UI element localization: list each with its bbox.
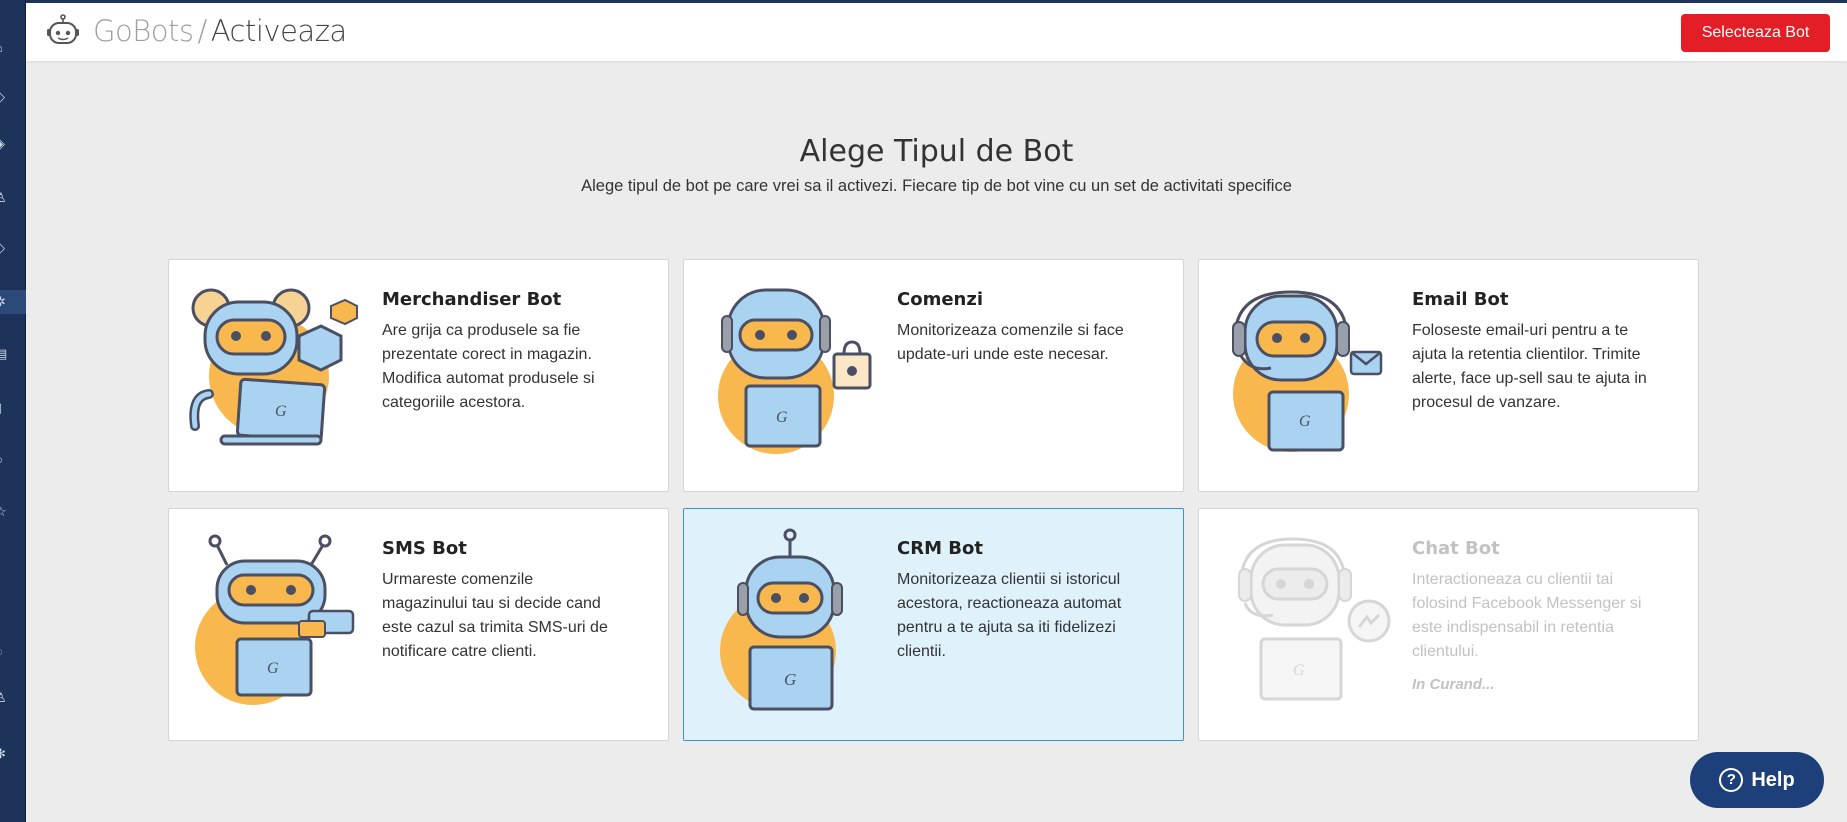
svg-text:G: G bbox=[1293, 662, 1305, 679]
card-title: CRM Bot bbox=[897, 538, 983, 559]
card-title: Comenzi bbox=[897, 289, 984, 310]
bot-card-merchandiser[interactable]: G Merchandiser Bot Are grija ca produsel… bbox=[168, 259, 669, 492]
svg-text:G: G bbox=[267, 660, 279, 677]
merchandiser-robot-icon: G bbox=[189, 288, 358, 446]
help-label: Help bbox=[1751, 768, 1795, 791]
sidebar-home-icon[interactable]: ⌂ bbox=[0, 36, 26, 60]
sidebar-price-tag-icon[interactable]: ◇ bbox=[0, 236, 26, 260]
crm-robot-icon: G bbox=[720, 528, 843, 711]
sidebar-user-icon[interactable]: ♙ bbox=[0, 686, 26, 710]
help-button[interactable]: ? Help bbox=[1690, 752, 1824, 808]
question-icon: ? bbox=[1719, 768, 1744, 792]
sidebar-gear-icon[interactable]: ✻ bbox=[0, 742, 26, 766]
breadcrumb: GoBots / Activeaza bbox=[93, 14, 347, 48]
bot-card-sms[interactable]: G SMS Bot Urmareste comenzile magazinulu… bbox=[168, 508, 669, 741]
card-description: Foloseste email-uri pentru a te ajuta la… bbox=[1412, 322, 1647, 411]
page-title: Alege Tipul de Bot bbox=[799, 134, 1074, 169]
bot-card-crm[interactable]: G CRM Bot Monitorizeaza clientii si isto… bbox=[683, 508, 1184, 741]
sidebar-clipboard-icon[interactable]: ▯ bbox=[0, 396, 26, 420]
card-description: Monitorizeaza clientii si istoricul aces… bbox=[897, 571, 1122, 660]
sms-robot-icon: G bbox=[195, 534, 355, 705]
top-bar: GoBots / Activeaza Selecteaza Bot bbox=[26, 0, 1847, 61]
bot-card-email[interactable]: G Email Bot Foloseste email-uri pentru a… bbox=[1198, 259, 1699, 492]
orders-robot-icon: G bbox=[718, 288, 872, 454]
card-title: Email Bot bbox=[1412, 289, 1509, 310]
svg-text:G: G bbox=[776, 409, 788, 426]
sidebar-settings-cog-icon[interactable]: ✲ bbox=[0, 290, 26, 314]
sidebar-dot-icon[interactable]: • bbox=[0, 552, 26, 576]
card-description: Urmareste comenzile magazinului tau si d… bbox=[382, 571, 608, 660]
page-subtitle: Alege tipul de bot pe care vrei sa il ac… bbox=[581, 177, 1292, 195]
card-title: Chat Bot bbox=[1412, 538, 1500, 559]
email-robot-icon: G bbox=[1232, 290, 1383, 452]
sidebar-document-icon[interactable]: ▤ bbox=[0, 342, 26, 366]
card-description: Monitorizeaza comenzile si face update-u… bbox=[897, 322, 1124, 363]
card-title: Merchandiser Bot bbox=[382, 289, 562, 310]
sidebar-star-icon[interactable]: ☆ bbox=[0, 500, 26, 524]
select-bot-button[interactable]: Selecteaza Bot bbox=[1681, 14, 1830, 52]
bot-card-chat: G Chat Bot Interactioneaza cu clientii t… bbox=[1198, 508, 1699, 741]
sidebar-tag-icon[interactable]: ◇ bbox=[0, 85, 26, 109]
chat-robot-icon: G bbox=[1238, 537, 1391, 701]
svg-text:G: G bbox=[784, 670, 796, 689]
robot-icon bbox=[47, 14, 79, 44]
card-title: SMS Bot bbox=[382, 538, 467, 559]
card-description: Are grija ca produsele sa fie prezentate… bbox=[382, 322, 595, 411]
sidebar-users-icon[interactable]: ♙ bbox=[0, 186, 26, 210]
breadcrumb-current: Activeaza bbox=[210, 14, 347, 48]
svg-text:G: G bbox=[275, 403, 287, 420]
card-description: Interactioneaza cu clientii tai folosind… bbox=[1412, 571, 1642, 660]
sidebar-power-icon[interactable]: ◌ bbox=[0, 640, 26, 664]
sidebar-tags-icon[interactable]: ◈ bbox=[0, 132, 26, 156]
svg-text:G: G bbox=[1299, 413, 1311, 430]
breadcrumb-root[interactable]: GoBots bbox=[93, 14, 194, 48]
coming-soon-badge: In Curand... bbox=[1412, 676, 1495, 693]
sidebar: ⌂ ◇ ◈ ♙ ◇ ✲ ▤ ▯ ○ ☆ • ◌ ♙ ✻ bbox=[0, 0, 26, 822]
breadcrumb-separator: / bbox=[197, 14, 207, 48]
bot-card-comenzi[interactable]: G Comenzi Monitorizeaza comenzile si fac… bbox=[683, 259, 1184, 492]
sidebar-circle-icon[interactable]: ○ bbox=[0, 448, 26, 472]
